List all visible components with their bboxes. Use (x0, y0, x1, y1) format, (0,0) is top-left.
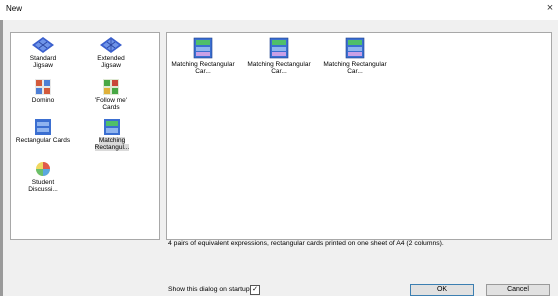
matching-cards-icon (104, 119, 120, 135)
matching-cards-file-icon (269, 37, 289, 59)
jigsaw-icon (100, 37, 122, 53)
jigsaw-icon (32, 37, 54, 53)
template-follow-me-cards[interactable]: 'Follow me' Cards (87, 79, 135, 111)
template-label: Domino (31, 97, 55, 104)
domino-icon (35, 79, 51, 95)
template-domino[interactable]: Domino (19, 79, 67, 104)
template-label: Extended Jigsaw (97, 55, 125, 69)
file-label: Matching Rectangular Car... (171, 61, 235, 75)
startup-label: Show this dialog on startup (168, 286, 250, 293)
ok-button[interactable]: OK (410, 284, 474, 296)
file-label: Matching Rectangular Car... (247, 61, 311, 75)
template-description: 4 pairs of equivalent expressions, recta… (168, 240, 444, 247)
template-label: Matching Rectangul... (94, 137, 130, 151)
matching-cards-file-icon (193, 37, 213, 59)
template-label: Rectangular Cards (15, 137, 71, 144)
title-bar: New × (0, 0, 558, 20)
file-item[interactable]: Matching Rectangular Car... (247, 37, 311, 75)
template-label: 'Follow me' Cards (94, 97, 128, 111)
template-list[interactable]: Standard Jigsaw Extended Jigsaw Domino ' (10, 32, 160, 240)
rectangular-cards-icon (35, 119, 51, 135)
file-label: Matching Rectangular Car... (323, 61, 387, 75)
file-item[interactable]: Matching Rectangular Car... (171, 37, 235, 75)
template-label: Standard Jigsaw (29, 55, 57, 69)
template-standard-jigsaw[interactable]: Standard Jigsaw (19, 37, 67, 69)
template-rectangular-cards[interactable]: Rectangular Cards (15, 119, 71, 144)
follow-me-icon (103, 79, 119, 95)
file-list[interactable]: Matching Rectangular Car... Matching Rec… (166, 32, 552, 240)
matching-cards-file-icon (345, 37, 365, 59)
template-label: Student Discussi... (28, 179, 58, 193)
template-matching-rectangular[interactable]: Matching Rectangul... (85, 119, 139, 151)
close-icon[interactable]: × (544, 2, 556, 14)
window-title: New (6, 4, 23, 13)
window-frame (0, 20, 3, 296)
cancel-button[interactable]: Cancel (486, 284, 550, 296)
file-item[interactable]: Matching Rectangular Car... (323, 37, 387, 75)
startup-checkbox[interactable]: ✓ (250, 285, 260, 295)
discussion-icon (36, 162, 50, 176)
template-extended-jigsaw[interactable]: Extended Jigsaw (87, 37, 135, 69)
template-student-discussion[interactable]: Student Discussi... (17, 161, 69, 193)
